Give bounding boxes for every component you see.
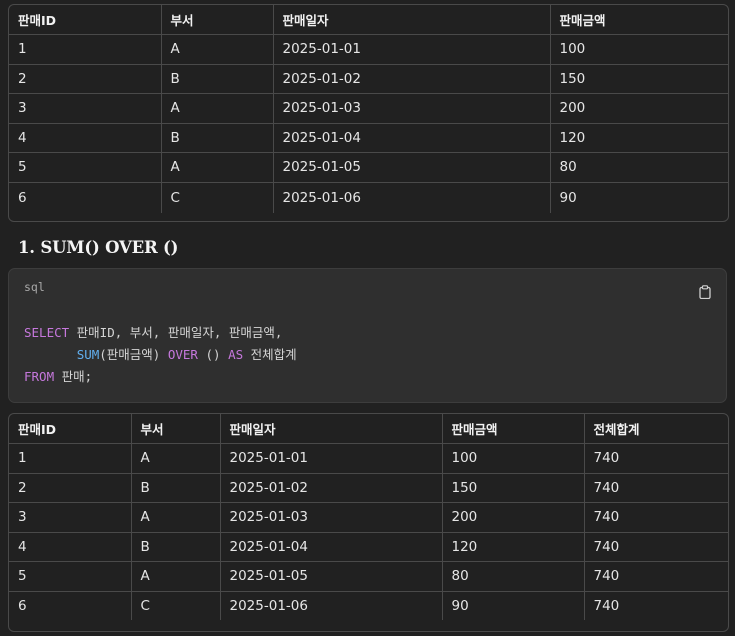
section-heading: 1. SUM() OVER () [18, 238, 179, 257]
table-cell: 2025-01-02 [220, 473, 443, 503]
table-cell: 2025-01-04 [273, 123, 551, 153]
table-cell: 4 [9, 532, 132, 562]
table-cell: 2025-01-05 [220, 561, 443, 592]
table-header-row: 판매ID 부서 판매일자 판매금액 [9, 5, 728, 35]
table-cell: 90 [442, 591, 585, 620]
table-row: 1 A 2025-01-01 100 [9, 34, 728, 65]
table-cell: 2025-01-06 [220, 591, 443, 620]
sum-over-result-table: 판매ID 부서 판매일자 판매금액 전체합계 1 A 2025-01-01 10… [8, 413, 729, 632]
table-row: 2 B 2025-01-02 150 740 [9, 473, 728, 503]
table-cell: 1 [9, 34, 162, 65]
clipboard-icon[interactable] [699, 285, 711, 299]
page: 판매ID 부서 판매일자 판매금액 1 A 2025-01-01 100 2 B… [0, 0, 735, 636]
table-cell: 5 [9, 152, 162, 183]
table-cell: 150 [442, 473, 585, 503]
table-cell: 150 [550, 64, 728, 94]
table-cell: 6 [9, 182, 162, 213]
table-cell: 2025-01-01 [220, 443, 443, 474]
table-cell: 1 [9, 443, 132, 474]
table-cell: 6 [9, 591, 132, 620]
table-row: 2 B 2025-01-02 150 [9, 64, 728, 94]
table-row: 3 A 2025-01-03 200 740 [9, 502, 728, 533]
table-cell: A [131, 443, 221, 474]
code-function: SUM [76, 347, 100, 362]
sum-over-result-grid: 판매ID 부서 판매일자 판매금액 전체합계 1 A 2025-01-01 10… [9, 414, 728, 620]
table-row: 4 B 2025-01-04 120 740 [9, 532, 728, 562]
table-cell: 740 [584, 561, 728, 592]
column-header: 판매ID [9, 414, 132, 444]
table-cell: 120 [550, 123, 728, 153]
table-cell: A [131, 561, 221, 592]
code-text: 판매ID, 부서, 판매일자, 판매금액, [69, 325, 283, 340]
table-cell: 5 [9, 561, 132, 592]
sales-table-grid: 판매ID 부서 판매일자 판매금액 1 A 2025-01-01 100 2 B… [9, 5, 728, 213]
column-header: 판매금액 [442, 414, 585, 444]
table-cell: 120 [442, 532, 585, 562]
table-cell: 3 [9, 502, 132, 533]
table-cell: 2025-01-05 [273, 152, 551, 183]
table-cell: C [161, 182, 274, 213]
column-header: 부서 [131, 414, 221, 444]
column-header: 전체합계 [584, 414, 728, 444]
table-cell: 740 [584, 473, 728, 503]
code-keyword: SELECT [24, 325, 70, 340]
code-language-label: sql [24, 280, 45, 294]
code-content: SELECT 판매ID, 부서, 판매일자, 판매금액, SUM(판매금액) O… [24, 322, 297, 388]
table-cell: 80 [442, 561, 585, 592]
code-keyword: AS [228, 347, 244, 362]
table-cell: 4 [9, 123, 162, 153]
table-cell: B [131, 532, 221, 562]
table-row: 6 C 2025-01-06 90 [9, 182, 728, 213]
table-cell: 90 [559, 189, 577, 206]
table-cell: A [161, 34, 274, 65]
table-cell: A [131, 502, 221, 533]
table-cell: B [161, 123, 274, 153]
table-cell: 740 [584, 443, 728, 474]
table-cell: 740 [584, 502, 728, 533]
table-cell: 2 [9, 64, 162, 94]
table-row: 5 A 2025-01-05 80 [9, 152, 728, 183]
table-cell: B [131, 473, 221, 503]
table-cell: 100 [442, 443, 585, 474]
table-cell: 2025-01-02 [273, 64, 551, 94]
table-cell: A [161, 152, 274, 183]
table-cell: 200 [442, 502, 585, 533]
table-cell: 2025-01-03 [220, 502, 443, 533]
code-text: (판매금액) [99, 347, 168, 362]
table-row: 5 A 2025-01-05 80 740 [9, 561, 728, 592]
table-row: 4 B 2025-01-04 120 [9, 123, 728, 153]
table-cell: 80 [550, 152, 728, 183]
table-cell: 2025-01-04 [220, 532, 443, 562]
table-cell: C [131, 591, 221, 620]
column-header: 판매ID [9, 5, 162, 35]
table-cell: 740 [593, 597, 620, 614]
table-cell: 200 [550, 93, 728, 124]
column-header: 부서 [161, 5, 274, 35]
code-keyword: FROM [24, 369, 55, 384]
table-cell: B [161, 64, 274, 94]
column-header: 판매일자 [273, 5, 551, 35]
sales-table: 판매ID 부서 판매일자 판매금액 1 A 2025-01-01 100 2 B… [8, 4, 729, 222]
table-cell: A [161, 93, 274, 124]
code-keyword: OVER [167, 347, 198, 362]
table-row: 1 A 2025-01-01 100 740 [9, 443, 728, 474]
table-cell: 2 [9, 473, 132, 503]
column-header: 판매일자 [220, 414, 443, 444]
table-row: 6 C 2025-01-06 90 740 [9, 591, 728, 620]
table-cell: 2025-01-06 [273, 182, 551, 213]
table-cell: 3 [9, 93, 162, 124]
code-text: 전체합계 [243, 347, 297, 362]
table-header-row: 판매ID 부서 판매일자 판매금액 전체합계 [9, 414, 728, 444]
column-header: 판매금액 [550, 5, 728, 35]
table-cell: 2025-01-03 [273, 93, 551, 124]
table-cell: 740 [584, 532, 728, 562]
code-text: 판매; [54, 369, 93, 384]
code-text: () [197, 347, 229, 362]
code-block: sql SELECT 판매ID, 부서, 판매일자, 판매금액, SUM(판매금… [8, 268, 727, 403]
table-row: 3 A 2025-01-03 200 [9, 93, 728, 124]
table-cell: 100 [550, 34, 728, 65]
table-cell: 2025-01-01 [273, 34, 551, 65]
